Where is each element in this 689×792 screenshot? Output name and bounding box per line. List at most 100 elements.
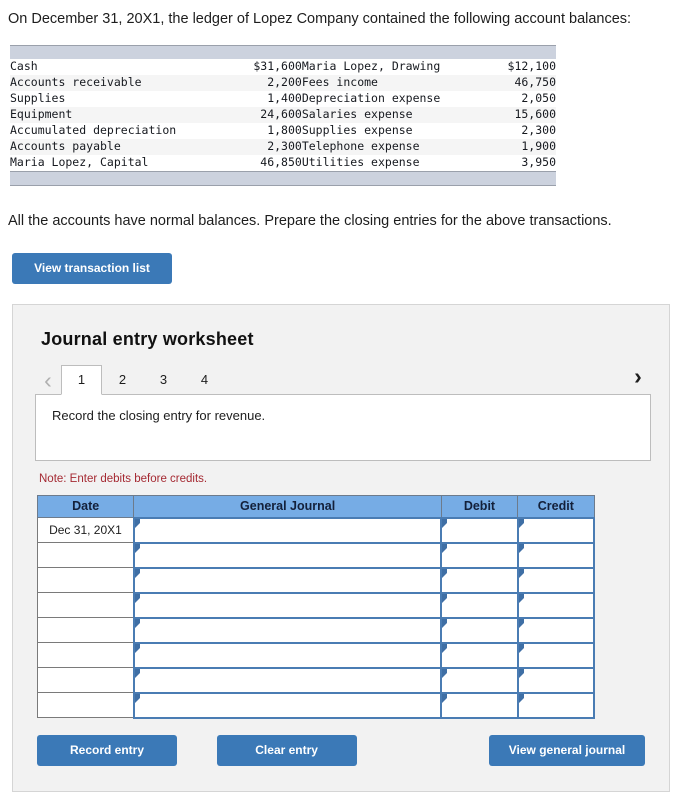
worksheet-tab-1[interactable]: 1	[61, 364, 102, 395]
ledger-bottom-band	[10, 170, 556, 186]
ledger-amount-left: 46,850	[260, 155, 302, 170]
cell-dropdown-marker-icon	[518, 543, 524, 553]
journal-cell-date[interactable]	[36, 592, 135, 619]
ledger-account-name-left: Cash	[10, 59, 38, 74]
journal-cell-general-journal[interactable]	[132, 616, 443, 644]
journal-row	[36, 541, 596, 569]
journal-col-debit: Debit	[440, 494, 519, 519]
journal-row	[36, 691, 596, 719]
chevron-left-icon[interactable]: ‹	[35, 366, 61, 394]
instruction-text: Record the closing entry for revenue.	[52, 407, 266, 423]
journal-cell-credit[interactable]	[516, 616, 596, 644]
ledger-amount-right: $12,100	[507, 59, 556, 74]
ledger-row: Accounts payable 2,300 Telephone expense 1,…	[10, 138, 556, 155]
cell-dropdown-marker-icon	[134, 543, 140, 553]
worksheet-tab-4[interactable]: 4	[184, 365, 225, 394]
ledger-table: Cash $31,600 Maria Lopez, Drawing $12,100 Ac…	[10, 58, 556, 171]
cell-dropdown-marker-icon	[518, 593, 524, 603]
cell-dropdown-marker-icon	[442, 568, 448, 578]
ledger-amount-left: $31,600	[253, 59, 302, 74]
ledger-account-name-left: Accounts receivable	[10, 75, 142, 90]
cell-dropdown-marker-icon	[134, 593, 140, 603]
cell-dropdown-marker-icon	[518, 618, 524, 628]
cell-dropdown-marker-icon	[442, 593, 448, 603]
ledger-amount-left: 2,200	[267, 75, 302, 90]
ledger-amount-left: 1,400	[267, 91, 302, 106]
cell-dropdown-marker-icon	[134, 518, 140, 528]
cell-dropdown-marker-icon	[518, 668, 524, 678]
ledger-row: Maria Lopez, Capital 46,850 Utilities expe…	[10, 154, 556, 171]
journal-cell-credit[interactable]	[516, 691, 596, 719]
chevron-right-icon[interactable]: ›	[625, 362, 651, 390]
journal-cell-date[interactable]	[36, 542, 135, 569]
journal-entry-worksheet-card: Journal entry worksheet ‹ 1234 › Record …	[12, 303, 670, 792]
cell-dropdown-marker-icon	[134, 643, 140, 653]
cell-dropdown-marker-icon	[134, 618, 140, 628]
journal-cell-date[interactable]: Dec 31, 20X1	[36, 517, 135, 544]
worksheet-tab-2[interactable]: 2	[102, 365, 143, 394]
worksheet-actions: Record entry Clear entry View general jo…	[13, 719, 669, 769]
cell-dropdown-marker-icon	[518, 643, 524, 653]
worksheet-tab-3[interactable]: 3	[143, 365, 184, 394]
journal-cell-credit[interactable]	[516, 541, 596, 569]
cell-dropdown-marker-icon	[134, 668, 140, 678]
ledger-amount-left: 1,800	[267, 123, 302, 138]
instruction-panel: Record the closing entry for revenue.	[35, 393, 651, 461]
journal-col-credit: Credit	[517, 494, 595, 519]
record-entry-button[interactable]: Record entry	[37, 734, 177, 766]
ledger-row: Equipment 24,600 Salaries expense 15,600	[10, 106, 556, 123]
ledger-account-name-right: Fees income	[301, 75, 378, 90]
journal-cell-credit[interactable]	[516, 641, 596, 669]
journal-cell-general-journal[interactable]	[132, 541, 443, 569]
journal-cell-debit[interactable]	[440, 541, 519, 569]
ledger-account-name-left: Maria Lopez, Capital	[10, 155, 149, 170]
clear-entry-button[interactable]: Clear entry	[216, 734, 357, 766]
ledger-amount-right: 1,900	[521, 139, 556, 154]
journal-cell-date[interactable]	[36, 667, 135, 694]
ledger-account-name-right: Maria Lopez, Drawing	[301, 59, 441, 74]
view-general-journal-button[interactable]: View general journal	[489, 734, 645, 766]
journal-cell-general-journal[interactable]	[132, 691, 443, 719]
cell-dropdown-marker-icon	[442, 668, 448, 678]
journal-cell-date[interactable]	[36, 617, 135, 644]
intro-text: On December 31, 20X1, the ledger of Lope…	[8, 11, 632, 27]
cell-dropdown-marker-icon	[442, 543, 448, 553]
journal-cell-debit[interactable]	[440, 566, 519, 594]
journal-cell-date[interactable]	[36, 692, 135, 719]
ledger-account-name-right: Salaries expense	[301, 107, 413, 122]
journal-cell-debit[interactable]	[440, 591, 519, 619]
journal-cell-debit[interactable]	[440, 641, 519, 669]
ledger-amount-left: 24,600	[260, 107, 302, 122]
journal-cell-credit[interactable]	[516, 591, 596, 619]
view-transaction-list-button[interactable]: View transaction list	[12, 252, 172, 284]
journal-cell-general-journal[interactable]	[132, 516, 443, 544]
ledger-account-name-left: Equipment	[10, 107, 73, 122]
journal-cell-credit[interactable]	[516, 566, 596, 594]
journal-cell-general-journal[interactable]	[132, 666, 443, 694]
journal-cell-general-journal[interactable]	[132, 591, 443, 619]
journal-cell-debit[interactable]	[440, 616, 519, 644]
journal-cell-credit[interactable]	[516, 666, 596, 694]
cell-dropdown-marker-icon	[442, 693, 448, 703]
journal-cell-general-journal[interactable]	[132, 566, 443, 594]
ledger-row: Supplies 1,400 Depreciation expense 2,050	[10, 90, 556, 107]
journal-row: Dec 31, 20X1	[36, 516, 596, 544]
journal-table: Date General Journal Debit Credit Dec 31…	[36, 494, 596, 719]
ledger-amount-right: 2,050	[521, 91, 556, 106]
worksheet-title: Journal entry worksheet	[41, 328, 254, 349]
ledger-account-name-left: Accumulated depreciation	[10, 123, 177, 138]
journal-cell-debit[interactable]	[440, 666, 519, 694]
outro-text: All the accounts have normal balances. P…	[8, 212, 612, 229]
cell-dropdown-marker-icon	[518, 518, 524, 528]
journal-cell-debit[interactable]	[440, 516, 519, 544]
journal-cell-general-journal[interactable]	[132, 641, 443, 669]
journal-col-general-journal: General Journal	[133, 494, 442, 519]
ledger-account-name-right: Telephone expense	[301, 139, 420, 154]
journal-cell-credit[interactable]	[516, 516, 596, 544]
ledger-amount-left: 2,300	[267, 139, 302, 154]
journal-cell-date[interactable]	[36, 642, 135, 669]
journal-cell-date[interactable]	[36, 567, 135, 594]
cell-dropdown-marker-icon	[518, 568, 524, 578]
journal-cell-debit[interactable]	[440, 691, 519, 719]
debits-before-credits-note: Note: Enter debits before credits.	[39, 472, 208, 485]
